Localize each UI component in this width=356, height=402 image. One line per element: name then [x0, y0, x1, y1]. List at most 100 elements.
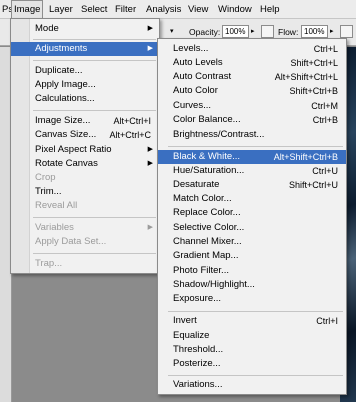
opacity-arrow-icon[interactable]: ▸ [251, 25, 255, 38]
menu-item-pixel-aspect-ratio[interactable]: Pixel Aspect Ratio ▶ [11, 143, 159, 157]
submenu-arrow-icon: ▶ [147, 224, 153, 231]
menu-image[interactable]: Image [11, 0, 44, 19]
submenu-arrow-icon: ▶ [147, 160, 153, 167]
menu-item-trim[interactable]: Trim... [11, 185, 159, 199]
flow-arrow-icon[interactable]: ▸ [330, 25, 334, 38]
adj-item-levels[interactable]: Levels... Ctrl+L [158, 42, 346, 56]
opacity-label: Opacity: [189, 27, 221, 37]
menu-view[interactable]: View [186, 0, 210, 19]
mode-dropdown-arrow-icon[interactable]: ▾ [170, 25, 174, 38]
menu-item-label: Calculations... [35, 93, 95, 104]
adj-item-color-balance[interactable]: Color Balance... Ctrl+B [158, 113, 346, 127]
menu-item-mode[interactable]: Mode ▶ [11, 22, 159, 36]
menu-help[interactable]: Help [258, 0, 282, 19]
adj-item-variations[interactable]: Variations... [158, 378, 346, 392]
menu-separator [168, 311, 343, 312]
flow-input[interactable]: 100% [301, 25, 328, 38]
menu-item-label: Auto Color [173, 85, 218, 96]
menu-item-calculations[interactable]: Calculations... [11, 92, 159, 106]
menu-item-canvas-size[interactable]: Canvas Size... Alt+Ctrl+C [11, 128, 159, 142]
menu-item-shortcut: Alt+Shift+Ctrl+B [273, 152, 338, 162]
menu-item-label: Channel Mixer... [173, 236, 242, 247]
menu-item-adjustments[interactable]: Adjustments ▶ [11, 42, 159, 56]
adj-item-posterize[interactable]: Posterize... [158, 357, 346, 371]
menu-filter[interactable]: Filter [113, 0, 138, 19]
menu-item-label: Color Balance... [173, 114, 241, 125]
menu-item-label: Apply Data Set... [35, 236, 107, 247]
menu-item-rotate-canvas[interactable]: Rotate Canvas ▶ [11, 157, 159, 171]
menu-item-label: Mode [35, 23, 59, 34]
adj-item-equalize[interactable]: Equalize [158, 329, 346, 343]
menu-item-shortcut: Alt+Ctrl+C [109, 130, 151, 140]
adjustments-submenu: Levels... Ctrl+L Auto Levels Shift+Ctrl+… [157, 38, 347, 395]
menu-item-label: Auto Contrast [173, 71, 232, 82]
adj-item-auto-contrast[interactable]: Auto Contrast Alt+Shift+Ctrl+L [158, 70, 346, 84]
menu-analysis[interactable]: Analysis [144, 0, 183, 19]
adj-item-brightness-contrast[interactable]: Brightness/Contrast... [158, 128, 346, 142]
adj-item-hue-saturation[interactable]: Hue/Saturation... Ctrl+U [158, 164, 346, 178]
menu-item-label: Duplicate... [35, 65, 83, 76]
adj-item-threshold[interactable]: Threshold... [158, 343, 346, 357]
menu-separator [168, 146, 343, 147]
adj-item-replace-color[interactable]: Replace Color... [158, 206, 346, 220]
menu-item-label: Photo Filter... [173, 265, 229, 276]
menu-item-label: Canvas Size... [35, 129, 97, 140]
menu-separator [33, 110, 156, 111]
menu-item-label: Auto Levels [173, 57, 223, 68]
menu-separator [33, 217, 156, 218]
menu-item-label: Black & White... [173, 151, 241, 162]
menu-item-trap[interactable]: Trap... [11, 257, 159, 271]
airbrush-toggle[interactable] [261, 25, 274, 38]
menu-item-variables[interactable]: Variables ▶ [11, 221, 159, 235]
menu-item-label: Exposure... [173, 293, 222, 304]
menu-item-label: Image Size... [35, 115, 91, 126]
menu-item-label: Brightness/Contrast... [173, 129, 265, 140]
menu-item-label: Posterize... [173, 358, 221, 369]
menu-item-label: Hue/Saturation... [173, 165, 245, 176]
adj-item-auto-color[interactable]: Auto Color Shift+Ctrl+B [158, 84, 346, 98]
menu-select[interactable]: Select [79, 0, 109, 19]
menu-item-reveal-all[interactable]: Reveal All [11, 199, 159, 213]
menu-layer[interactable]: Layer [47, 0, 75, 19]
menu-item-shortcut: Ctrl+B [312, 115, 338, 125]
menu-item-label: Match Color... [173, 193, 232, 204]
menu-item-shortcut: Shift+Ctrl+L [290, 58, 338, 68]
adj-item-curves[interactable]: Curves... Ctrl+M [158, 99, 346, 113]
menu-item-image-size[interactable]: Image Size... Alt+Ctrl+I [11, 114, 159, 128]
menu-separator [33, 39, 156, 40]
menu-item-shortcut: Ctrl+I [316, 316, 338, 326]
menu-item-shortcut: Ctrl+M [311, 101, 338, 111]
menu-item-label: Rotate Canvas [35, 158, 98, 169]
menu-item-duplicate[interactable]: Duplicate... [11, 64, 159, 78]
menu-item-apply-image[interactable]: Apply Image... [11, 78, 159, 92]
menu-item-shortcut: Alt+Ctrl+I [113, 116, 151, 126]
adj-item-selective-color[interactable]: Selective Color... [158, 221, 346, 235]
adj-item-channel-mixer[interactable]: Channel Mixer... [158, 235, 346, 249]
adj-item-match-color[interactable]: Match Color... [158, 192, 346, 206]
adj-item-desaturate[interactable]: Desaturate Shift+Ctrl+U [158, 178, 346, 192]
adj-item-shadow-highlight[interactable]: Shadow/Highlight... [158, 278, 346, 292]
menu-item-label: Invert [173, 315, 197, 326]
menu-separator [33, 60, 156, 61]
menu-item-label: Pixel Aspect Ratio [35, 144, 112, 155]
menu-item-label: Variations... [173, 379, 223, 390]
menu-item-label: Threshold... [173, 344, 224, 355]
adj-item-gradient-map[interactable]: Gradient Map... [158, 249, 346, 263]
adj-item-exposure[interactable]: Exposure... [158, 292, 346, 306]
submenu-arrow-icon: ▶ [147, 25, 153, 32]
menu-item-label: Desaturate [173, 179, 220, 190]
menu-separator [168, 375, 343, 376]
adj-item-photo-filter[interactable]: Photo Filter... [158, 264, 346, 278]
opacity-input[interactable]: 100% [222, 25, 249, 38]
menu-window[interactable]: Window [216, 0, 254, 19]
menu-item-label: Shadow/Highlight... [173, 279, 255, 290]
menu-item-crop[interactable]: Crop [11, 171, 159, 185]
menu-item-apply-data-set[interactable]: Apply Data Set... [11, 235, 159, 249]
adj-item-invert[interactable]: Invert Ctrl+I [158, 314, 346, 328]
adj-item-black-white[interactable]: Black & White... Alt+Shift+Ctrl+B [158, 150, 346, 164]
airbrush-icon[interactable] [340, 25, 353, 38]
submenu-arrow-icon: ▶ [147, 146, 153, 153]
menu-item-label: Levels... [173, 43, 209, 54]
menu-item-shortcut: Ctrl+L [313, 44, 338, 54]
adj-item-auto-levels[interactable]: Auto Levels Shift+Ctrl+L [158, 56, 346, 70]
